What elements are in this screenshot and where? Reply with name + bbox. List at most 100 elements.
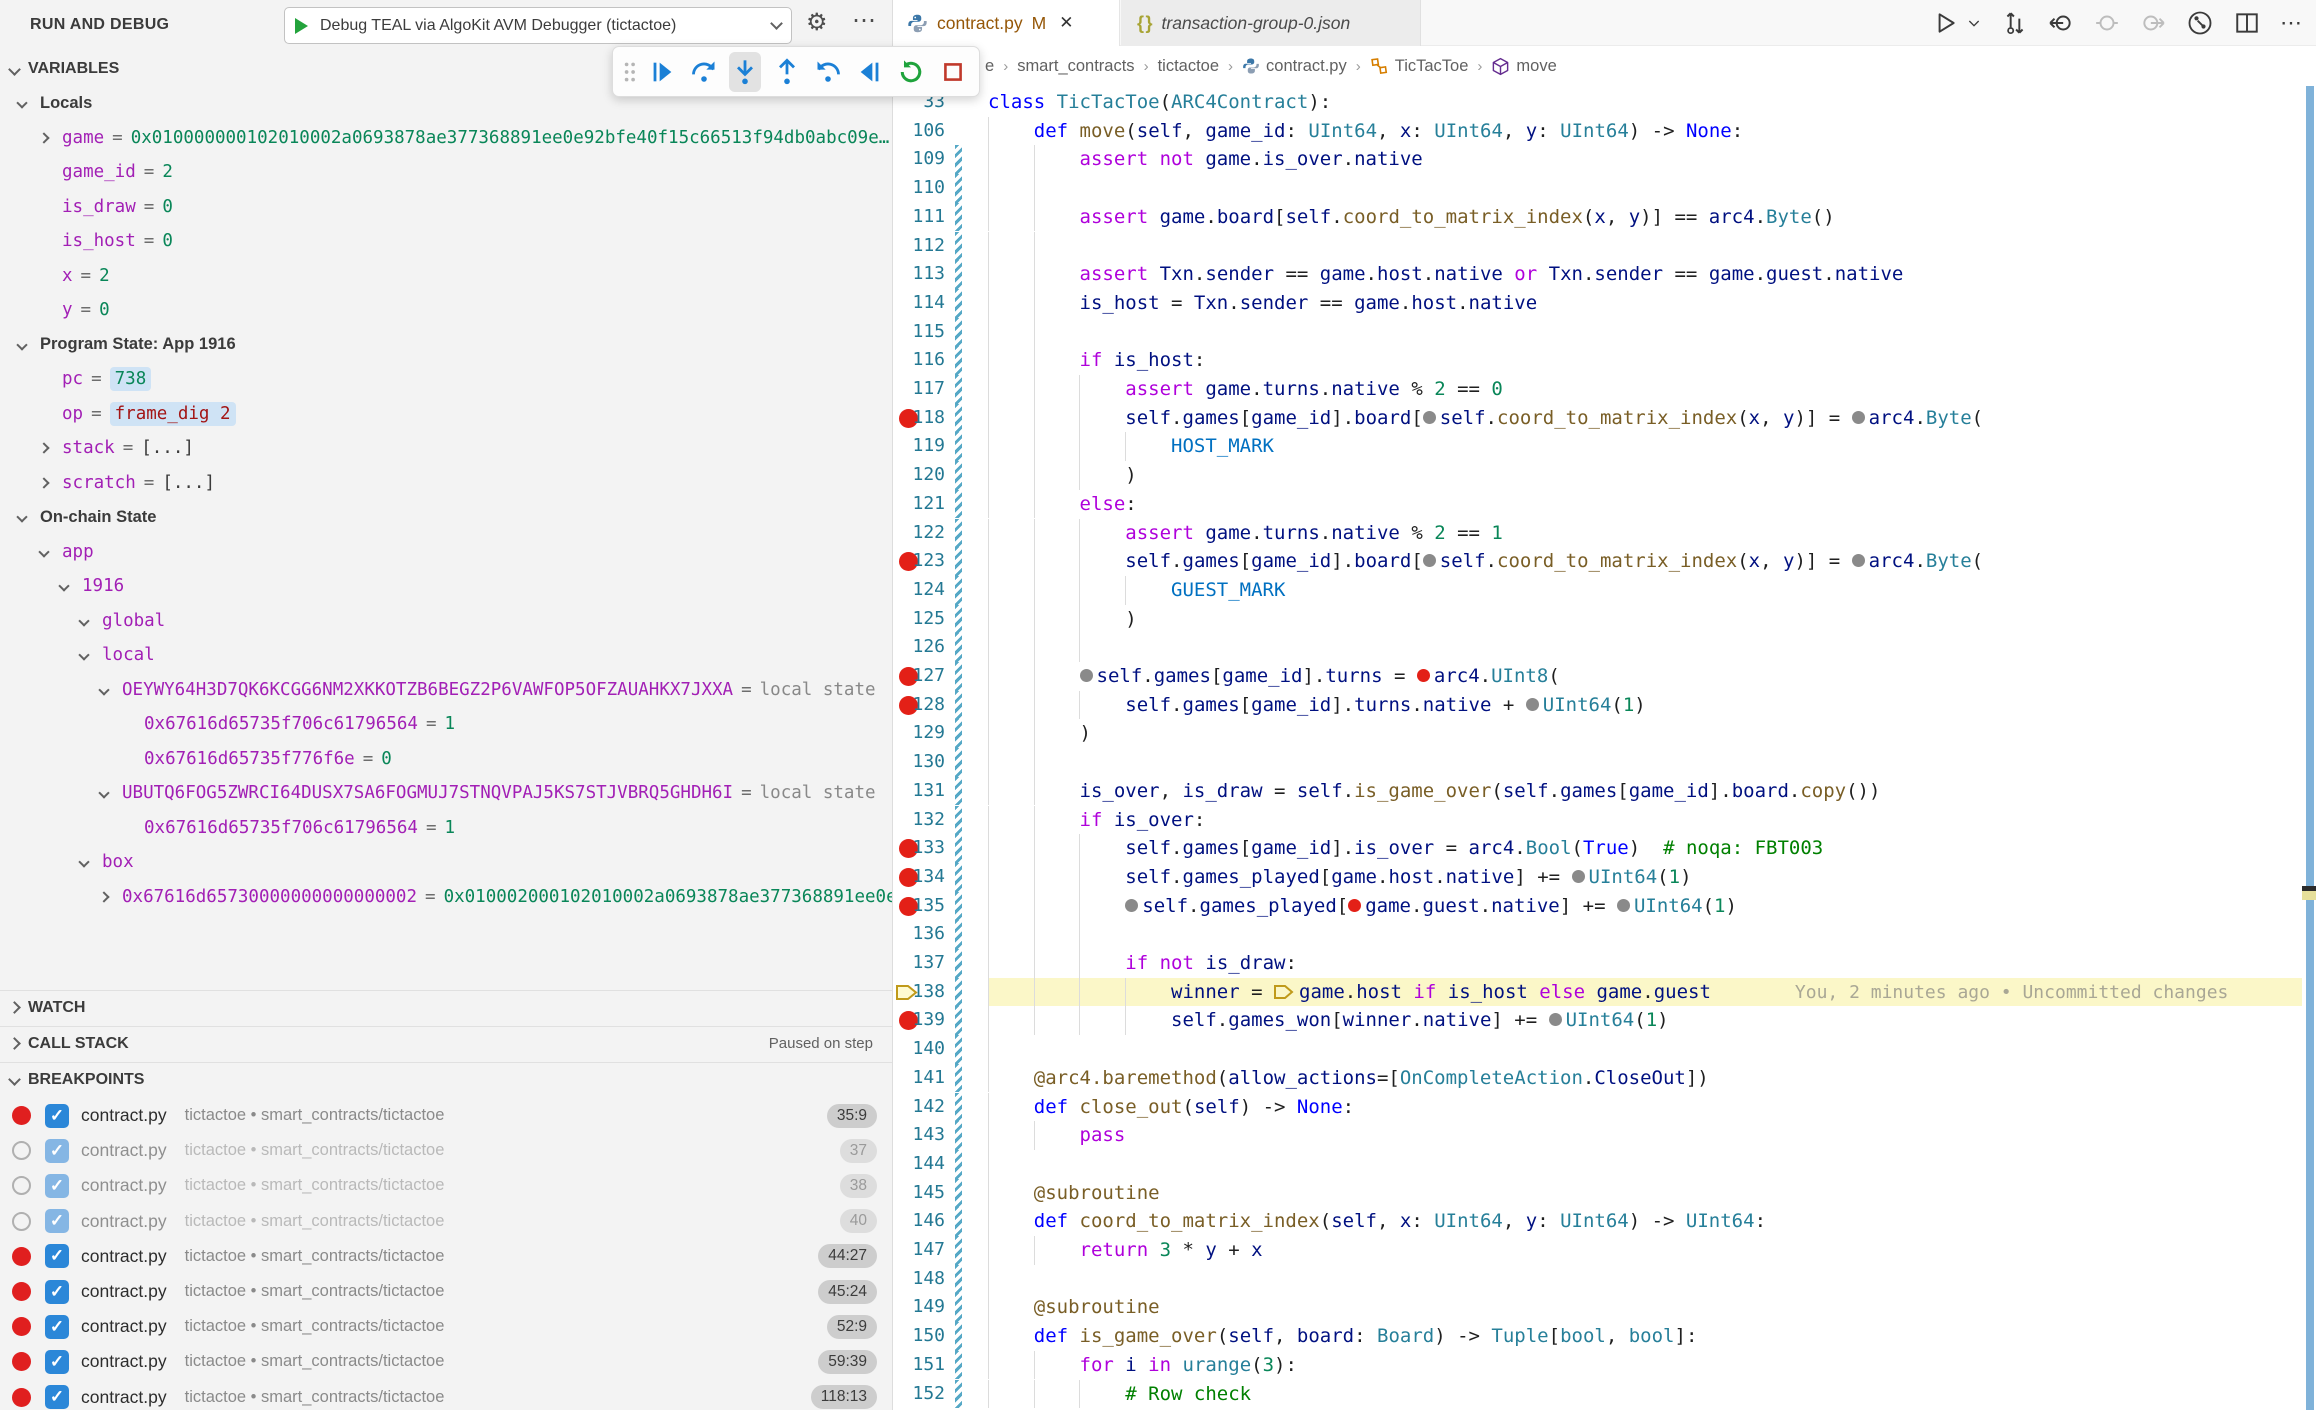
variable-row[interactable]: Program State: App 1916 [0, 328, 893, 363]
inline-breakpoint-candidate-icon[interactable] [1423, 554, 1436, 567]
git-modified-gutter[interactable] [955, 920, 962, 949]
line-number[interactable]: 150 [893, 1322, 945, 1351]
git-modified-gutter[interactable] [955, 547, 962, 576]
step-back-button[interactable] [812, 52, 845, 92]
code-line[interactable]: 148 [893, 1265, 2316, 1294]
breakpoint-checkbox[interactable]: ✓ [45, 1104, 69, 1128]
breakpoint-row[interactable]: ✓contract.pytictactoe • smart_contracts/… [0, 1309, 893, 1344]
breakpoint-checkbox[interactable]: ✓ [45, 1244, 69, 1268]
breakpoint-checkbox[interactable]: ✓ [45, 1174, 69, 1198]
line-number[interactable]: 106 [893, 117, 945, 146]
open-changes-icon[interactable] [2002, 10, 2028, 36]
line-number[interactable]: 134 [893, 863, 945, 892]
chevron-down-icon[interactable] [78, 615, 89, 626]
code-line[interactable]: 134 self.games_played[game.host.native] … [893, 863, 2316, 892]
breadcrumb-item-e[interactable]: e [985, 57, 994, 76]
git-modified-gutter[interactable] [955, 719, 962, 748]
breakpoint-row[interactable]: ✓contract.pytictactoe • smart_contracts/… [0, 1274, 893, 1309]
code-line[interactable]: 150 def is_game_over(self, board: Board)… [893, 1322, 2316, 1351]
breadcrumb-item-contract.py[interactable]: contract.py [1242, 57, 1347, 76]
code-line[interactable]: 116 if is_host: [893, 346, 2316, 375]
inline-step-target-icon[interactable] [1274, 984, 1294, 1000]
line-number[interactable]: 148 [893, 1265, 945, 1294]
code-line[interactable]: 132 if is_over: [893, 806, 2316, 835]
line-number[interactable]: 128 [893, 691, 945, 720]
variable-row[interactable]: box [0, 845, 893, 880]
variable-row[interactable]: On-chain State [0, 500, 893, 535]
line-number[interactable]: 117 [893, 375, 945, 404]
section-call-stack[interactable]: CALL STACK Paused on step [0, 1026, 893, 1060]
git-modified-gutter[interactable] [955, 806, 962, 835]
timeline-graph-icon[interactable] [2186, 9, 2214, 37]
line-number[interactable]: 135 [893, 892, 945, 921]
line-number[interactable]: 110 [893, 174, 945, 203]
breakpoint-checkbox[interactable]: ✓ [45, 1209, 69, 1233]
line-number[interactable]: 116 [893, 346, 945, 375]
variable-row[interactable]: is_host=0 [0, 224, 893, 259]
code-line[interactable]: 121 else: [893, 490, 2316, 519]
code-line[interactable]: 138 winner = game.host if is_host else g… [893, 978, 2316, 1007]
line-number[interactable]: 113 [893, 260, 945, 289]
git-modified-gutter[interactable] [955, 432, 962, 461]
split-editor-icon[interactable] [2234, 10, 2260, 36]
code-line[interactable]: 139 self.games_won[winner.native] += UIn… [893, 1006, 2316, 1035]
git-modified-gutter[interactable] [955, 863, 962, 892]
continue-button[interactable] [646, 52, 679, 92]
inline-breakpoint-candidate-icon[interactable] [1526, 698, 1539, 711]
variable-row[interactable]: scratch=[...] [0, 466, 893, 501]
restart-button[interactable] [895, 52, 928, 92]
line-number[interactable]: 109 [893, 145, 945, 174]
chevron-down-icon[interactable] [78, 650, 89, 661]
chevron-down-icon[interactable] [78, 857, 89, 868]
variable-row[interactable]: UBUTQ6FOG5ZWRCI64DUSX7SA6FOGMUJ7STNQVPAJ… [0, 776, 893, 811]
line-number[interactable]: 122 [893, 519, 945, 548]
code-line[interactable]: 125 ) [893, 605, 2316, 634]
git-modified-gutter[interactable] [955, 289, 962, 318]
git-modified-gutter[interactable] [955, 834, 962, 863]
inline-breakpoint-icon[interactable] [1417, 669, 1430, 682]
overview-ruler[interactable] [2302, 86, 2316, 1410]
git-modified-gutter[interactable] [955, 1293, 962, 1322]
chevron-right-icon[interactable] [98, 891, 109, 902]
git-modified-gutter[interactable] [955, 145, 962, 174]
tab-transaction-group-json[interactable]: { } transaction-group-0.json [1121, 0, 1421, 46]
line-number[interactable]: 149 [893, 1293, 945, 1322]
variable-row[interactable]: OEYWY64H3D7QK6KCGG6NM2XKKOTZB6BEGZ2P6VAW… [0, 673, 893, 708]
code-line[interactable]: 152 # Row check [893, 1380, 2316, 1409]
variable-row[interactable]: x=2 [0, 259, 893, 294]
variable-row[interactable]: game=0x010000000102010002a0693878ae37736… [0, 121, 893, 156]
line-number[interactable]: 139 [893, 1006, 945, 1035]
git-modified-gutter[interactable] [955, 1121, 962, 1150]
code-line[interactable]: 141 @arc4.baremethod(allow_actions=[OnCo… [893, 1064, 2316, 1093]
section-watch[interactable]: WATCH [0, 990, 893, 1024]
git-modified-gutter[interactable] [955, 1265, 962, 1294]
inline-breakpoint-candidate-icon[interactable] [1617, 899, 1630, 912]
code-line[interactable]: 136 [893, 920, 2316, 949]
code-line[interactable]: 151 for i in urange(3): [893, 1351, 2316, 1380]
git-modified-gutter[interactable] [955, 1093, 962, 1122]
code-line[interactable]: 126 [893, 633, 2316, 662]
stop-button[interactable] [936, 52, 969, 92]
line-number[interactable]: 143 [893, 1121, 945, 1150]
git-modified-gutter[interactable] [955, 260, 962, 289]
code-line[interactable]: 123 self.games[game_id].board[self.coord… [893, 547, 2316, 576]
code-line[interactable]: 135 self.games_played[game.guest.native]… [893, 892, 2316, 921]
breakpoint-row[interactable]: ✓contract.pytictactoe • smart_contracts/… [0, 1204, 893, 1239]
code-line[interactable]: 122 assert game.turns.native % 2 == 1 [893, 519, 2316, 548]
variable-row[interactable]: 0x67616d65735f706c61796564=1 [0, 811, 893, 846]
inline-breakpoint-candidate-icon[interactable] [1549, 1013, 1562, 1026]
git-modified-gutter[interactable] [955, 519, 962, 548]
code-line[interactable]: 143 pass [893, 1121, 2316, 1150]
breakpoint-checkbox[interactable]: ✓ [45, 1315, 69, 1339]
inline-breakpoint-candidate-icon[interactable] [1852, 411, 1865, 424]
run-button[interactable] [1932, 10, 1958, 36]
gear-icon[interactable]: ⚙ [806, 8, 828, 37]
drag-handle[interactable] [623, 59, 637, 85]
code-line[interactable]: 112 [893, 232, 2316, 261]
chevron-right-icon[interactable] [38, 443, 49, 454]
line-number[interactable]: 132 [893, 806, 945, 835]
inline-breakpoint-candidate-icon[interactable] [1852, 554, 1865, 567]
breakpoint-row[interactable]: ✓contract.pytictactoe • smart_contracts/… [0, 1168, 893, 1203]
chevron-right-icon[interactable] [38, 132, 49, 143]
git-modified-gutter[interactable] [955, 1380, 962, 1409]
